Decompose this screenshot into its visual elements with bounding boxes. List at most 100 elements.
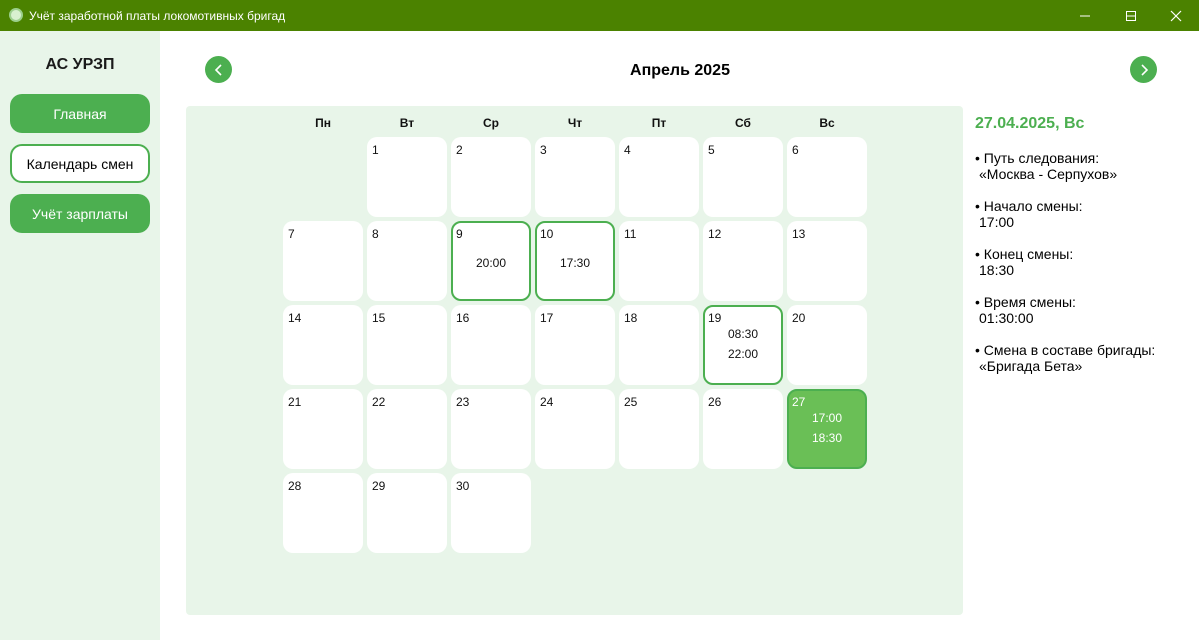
day-number: 7 xyxy=(288,227,295,241)
calendar-day-11[interactable]: 11 xyxy=(619,221,699,301)
calendar-day-17[interactable]: 17 xyxy=(535,305,615,385)
shift-time: 08:30 xyxy=(727,327,759,341)
shift-time: 18:30 xyxy=(811,431,843,445)
calendar-day-23[interactable]: 23 xyxy=(451,389,531,469)
detail-label: • Смена в составе бригады: xyxy=(975,342,1156,358)
day-number: 21 xyxy=(288,395,302,409)
minimize-button[interactable] xyxy=(1062,0,1108,31)
day-number: 27 xyxy=(792,395,806,409)
day-number: 30 xyxy=(456,479,470,493)
calendar-day-19[interactable]: 19 08:30 22:00 xyxy=(703,305,783,385)
window-title: Учёт заработной платы локомотивных брига… xyxy=(29,9,286,23)
detail-start: • Начало смены: 17:00 xyxy=(975,198,1195,230)
calendar-day-21[interactable]: 21 xyxy=(283,389,363,469)
day-number: 11 xyxy=(624,227,637,241)
day-number: 10 xyxy=(540,227,554,241)
weekday-header: Вс xyxy=(819,116,835,130)
calendar-day-3[interactable]: 3 xyxy=(535,137,615,217)
calendar-day-27[interactable]: 27 17:00 18:30 xyxy=(787,389,867,469)
day-number: 28 xyxy=(288,479,302,493)
calendar-panel: Пн Вт Ср Чт Пт Сб Вс 1 2 3 4 5 6 7 8 9 20:00 10 17:30 11 12… xyxy=(186,106,963,615)
detail-label: • Путь следования: xyxy=(975,150,1100,166)
day-number: 24 xyxy=(540,395,554,409)
calendar-day-13[interactable]: 13 xyxy=(787,221,867,301)
close-button[interactable] xyxy=(1153,0,1199,31)
day-number: 16 xyxy=(456,311,470,325)
calendar-day-7[interactable]: 7 xyxy=(283,221,363,301)
close-icon xyxy=(1170,10,1182,21)
day-number: 18 xyxy=(624,311,638,325)
nav-salary-button[interactable]: Учёт зарплаты xyxy=(10,194,150,233)
detail-value: 17:00 xyxy=(979,214,1015,230)
weekday-header: Пт xyxy=(651,116,667,130)
prev-month-button[interactable] xyxy=(205,56,232,83)
day-number: 19 xyxy=(708,311,722,325)
day-number: 2 xyxy=(456,143,463,157)
day-number: 5 xyxy=(708,143,715,157)
day-number: 12 xyxy=(708,227,722,241)
day-number: 25 xyxy=(624,395,638,409)
weekday-header: Пн xyxy=(315,116,331,130)
day-number: 1 xyxy=(372,143,379,157)
calendar-day-24[interactable]: 24 xyxy=(535,389,615,469)
day-number: 6 xyxy=(792,143,799,157)
weekday-header: Вт xyxy=(399,116,415,130)
calendar-day-29[interactable]: 29 xyxy=(367,473,447,553)
app-logo-icon xyxy=(9,8,23,22)
shift-time: 22:00 xyxy=(727,347,759,361)
day-number: 22 xyxy=(372,395,386,409)
calendar-day-10[interactable]: 10 17:30 xyxy=(535,221,615,301)
calendar-day-28[interactable]: 28 xyxy=(283,473,363,553)
calendar-day-15[interactable]: 15 xyxy=(367,305,447,385)
chevron-right-icon xyxy=(1140,63,1148,76)
detail-route: • Путь следования: «Москва - Серпухов» xyxy=(975,150,1195,182)
maximize-icon xyxy=(1126,10,1136,21)
title-bar: Учёт заработной платы локомотивных брига… xyxy=(0,0,1199,31)
weekday-header: Сб xyxy=(735,116,751,130)
day-number: 17 xyxy=(540,311,554,325)
day-number: 14 xyxy=(288,311,302,325)
calendar-day-30[interactable]: 30 xyxy=(451,473,531,553)
shift-time: 17:00 xyxy=(811,411,843,425)
nav-home-button[interactable]: Главная xyxy=(10,94,150,133)
calendar-day-20[interactable]: 20 xyxy=(787,305,867,385)
detail-brigade: • Смена в составе бригады: «Бригада Бета… xyxy=(975,342,1195,374)
shift-time: 20:00 xyxy=(475,256,507,270)
month-title: Апрель 2025 xyxy=(630,62,730,79)
day-number: 26 xyxy=(708,395,722,409)
day-number: 15 xyxy=(372,311,386,325)
calendar-day-2[interactable]: 2 xyxy=(451,137,531,217)
maximize-button[interactable] xyxy=(1108,0,1154,31)
detail-label: • Начало смены: xyxy=(975,198,1083,214)
shift-time: 17:30 xyxy=(559,256,591,270)
nav-calendar-button[interactable]: Календарь смен xyxy=(10,144,150,183)
weekday-header: Ср xyxy=(483,116,499,130)
selected-date-heading: 27.04.2025, Вс xyxy=(975,115,1085,132)
calendar-day-8[interactable]: 8 xyxy=(367,221,447,301)
calendar-day-1[interactable]: 1 xyxy=(367,137,447,217)
calendar-day-4[interactable]: 4 xyxy=(619,137,699,217)
detail-value: 18:30 xyxy=(979,262,1015,278)
calendar-day-26[interactable]: 26 xyxy=(703,389,783,469)
day-number: 3 xyxy=(540,143,547,157)
detail-label: • Конец смены: xyxy=(975,246,1074,262)
calendar-day-12[interactable]: 12 xyxy=(703,221,783,301)
calendar-day-18[interactable]: 18 xyxy=(619,305,699,385)
app-name: АС УРЗП xyxy=(45,56,115,73)
minimize-icon xyxy=(1080,15,1090,16)
calendar-day-9[interactable]: 9 20:00 xyxy=(451,221,531,301)
detail-label: • Время смены: xyxy=(975,294,1076,310)
detail-value: «Бригада Бета» xyxy=(979,358,1083,374)
detail-value: «Москва - Серпухов» xyxy=(979,166,1118,182)
next-month-button[interactable] xyxy=(1130,56,1157,83)
day-number: 4 xyxy=(624,143,631,157)
calendar-day-5[interactable]: 5 xyxy=(703,137,783,217)
day-number: 20 xyxy=(792,311,806,325)
detail-value: 01:30:00 xyxy=(979,310,1034,326)
day-number: 13 xyxy=(792,227,806,241)
calendar-day-25[interactable]: 25 xyxy=(619,389,699,469)
calendar-day-14[interactable]: 14 xyxy=(283,305,363,385)
calendar-day-16[interactable]: 16 xyxy=(451,305,531,385)
calendar-day-22[interactable]: 22 xyxy=(367,389,447,469)
calendar-day-6[interactable]: 6 xyxy=(787,137,867,217)
